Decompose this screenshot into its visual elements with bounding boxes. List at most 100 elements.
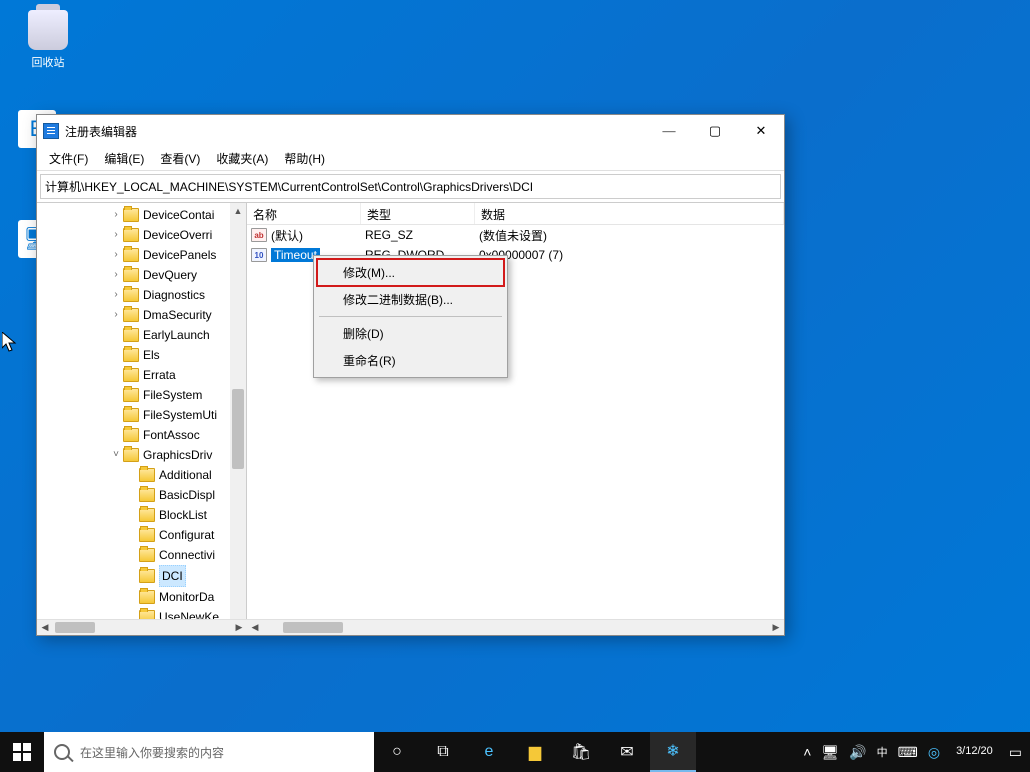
tree-item[interactable]: ›DeviceContai [39,205,246,225]
tree-item[interactable]: ›EarlyLaunch [39,325,246,345]
address-bar[interactable]: 计算机\HKEY_LOCAL_MACHINE\SYSTEM\CurrentCon… [40,174,781,199]
menu-modify[interactable]: 修改(M)... [317,259,504,286]
row-name: (默认) [271,229,303,243]
expand-icon[interactable]: › [109,245,123,265]
titlebar[interactable]: 注册表编辑器 — ▢ ✕ [37,115,784,147]
expand-icon[interactable]: › [109,285,123,305]
tree-label: DevQuery [143,265,197,285]
notifications-icon[interactable]: ▭ [1009,744,1022,761]
tree-item[interactable]: › Diagnostics [39,285,246,305]
header-name[interactable]: 名称 [247,203,361,224]
menu-favorites[interactable]: 收藏夹(A) [208,148,276,169]
recycle-bin-icon[interactable]: 回收站 [18,10,78,70]
search-box[interactable]: 在这里输入你要搜索的内容 [44,732,374,772]
clock[interactable]: 3/12/20 [950,745,999,758]
menu-modify-binary[interactable]: 修改二进制数据(B)... [317,286,504,313]
tree-item[interactable]: ›DCI [39,565,246,587]
row-data: 0x00000007 (7) [473,248,784,262]
header-data[interactable]: 数据 [475,203,784,224]
folder-icon [123,228,139,242]
menu-edit[interactable]: 编辑(E) [96,148,152,169]
hscroll-thumb[interactable] [283,622,343,633]
tree-item[interactable]: ›FontAssoc [39,425,246,445]
close-button[interactable]: ✕ [738,115,784,147]
system-tray[interactable]: ˄ 🖥 🔊 中 ⌨ ◎ 3/12/20 ▭ [795,744,1030,761]
task-view-icon[interactable]: ⧉ [420,732,466,772]
scroll-up-icon[interactable]: ▲ [230,203,246,219]
tree-item[interactable]: ˅GraphicsDriv [39,445,246,465]
window-title: 注册表编辑器 [65,123,646,140]
expand-icon[interactable]: › [109,205,123,225]
scroll-right-icon[interactable]: ▶ [231,622,247,633]
tree-item[interactable]: › DevQuery [39,265,246,285]
recycle-bin-label: 回收站 [18,54,78,70]
menu-file[interactable]: 文件(F) [41,148,96,169]
tree-label: Diagnostics [143,285,205,305]
start-button[interactable] [0,732,44,772]
tree-item[interactable]: ›DmaSecurity [39,305,246,325]
expand-icon[interactable]: › [109,265,123,285]
monitor-icon[interactable]: 🖥 [821,744,839,761]
tree-item[interactable]: ›Connectivi [39,545,246,565]
string-icon: ab [251,228,267,242]
folder-icon [139,528,155,542]
address-text: 计算机\HKEY_LOCAL_MACHINE\SYSTEM\CurrentCon… [45,178,533,195]
tree-item[interactable]: ›FileSystem [39,385,246,405]
tree-label: DeviceOverri [143,225,212,245]
tree-hscroll-thumb[interactable] [55,622,95,633]
app-icon-taskbar[interactable]: ❄ [650,732,696,772]
ime-indicator[interactable]: 中 [877,744,888,760]
store-icon[interactable]: 🛍 [558,732,604,772]
tree-label: DCI [159,565,186,587]
minimize-button[interactable]: — [646,115,692,147]
expand-icon[interactable]: › [109,305,123,325]
tree-item[interactable]: ›BlockList [39,505,246,525]
tree-label: MonitorDa [159,587,214,607]
edge-icon[interactable]: e [466,732,512,772]
explorer-icon[interactable]: ▆ [512,732,558,772]
tree-panel[interactable]: ›DeviceContai›DeviceOverri›DevicePanels›… [37,203,247,635]
scroll-right-icon[interactable]: ▶ [768,622,784,633]
tree-item[interactable]: ›Configurat [39,525,246,545]
folder-icon [139,508,155,522]
tree-item[interactable]: › DeviceOverri [39,225,246,245]
tree-item[interactable]: ›BasicDispl [39,485,246,505]
scroll-thumb[interactable] [232,389,244,469]
tree-item[interactable]: ›DevicePanels [39,245,246,265]
mail-icon[interactable]: ✉ [604,732,650,772]
volume-icon[interactable]: 🔊 [849,744,866,761]
tray-up-icon[interactable]: ˄ [803,744,811,760]
list-row[interactable]: ab(默认)REG_SZ(数值未设置) [247,225,784,245]
app-icon [43,123,59,139]
target-icon[interactable]: ◎ [928,744,940,761]
cortana-icon[interactable]: ○ [374,732,420,772]
menu-delete[interactable]: 删除(D) [317,320,504,347]
scroll-left-icon[interactable]: ◀ [247,622,263,633]
tree-scrollbar[interactable]: ▲ ▼ [230,203,246,635]
menu-rename[interactable]: 重命名(R) [317,347,504,374]
menu-help[interactable]: 帮助(H) [276,148,333,169]
tree-item[interactable]: ›MonitorDa [39,587,246,607]
tree-item[interactable]: ›FileSystemUti [39,405,246,425]
context-menu: 修改(M)... 修改二进制数据(B)... 删除(D) 重命名(R) [313,255,508,378]
maximize-button[interactable]: ▢ [692,115,738,147]
tree-item[interactable]: ›Additional [39,465,246,485]
menu-view[interactable]: 查看(V) [152,148,208,169]
keyboard-icon[interactable]: ⌨ [898,744,918,761]
expand-icon[interactable]: ˅ [109,445,123,465]
search-placeholder: 在这里输入你要搜索的内容 [80,744,224,761]
tree-item[interactable]: ›Errata [39,365,246,385]
folder-icon [123,328,139,342]
tree-hscrollbar[interactable]: ◀ ▶ [37,619,247,635]
tree-label: BlockList [159,505,207,525]
header-type[interactable]: 类型 [361,203,475,224]
tree-item[interactable]: ›Els [39,345,246,365]
folder-icon [139,590,155,604]
folder-icon [123,268,139,282]
folder-icon [123,448,139,462]
tree-label: Els [143,345,160,365]
list-hscrollbar[interactable]: ◀ ▶ [247,619,784,635]
scroll-left-icon[interactable]: ◀ [37,622,53,633]
list-header[interactable]: 名称 类型 数据 [247,203,784,225]
expand-icon[interactable]: › [109,225,123,245]
